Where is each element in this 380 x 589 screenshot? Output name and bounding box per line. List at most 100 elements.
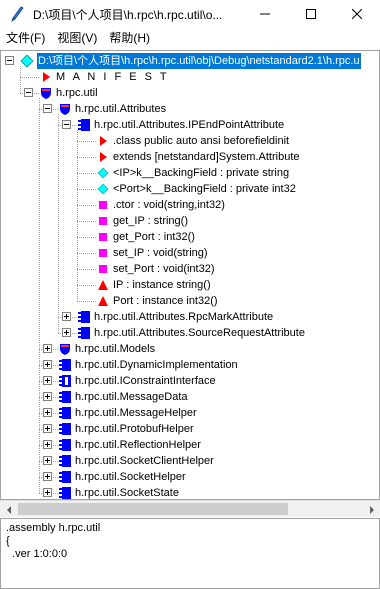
tree-node[interactable]: <Port>k__BackingField : private int32 (1, 181, 379, 197)
expand-node-button[interactable] (43, 392, 52, 401)
tree-node[interactable]: <IP>k__BackingField : private string (1, 165, 379, 181)
info-triangle-icon (96, 134, 110, 148)
collapse-node-button[interactable] (43, 104, 52, 113)
code-line: .assembly h.rpc.util (6, 522, 101, 534)
menu-view[interactable]: 视图(V) (51, 28, 103, 48)
tree-node-label: Port : instance int32() (113, 295, 218, 307)
expand-node-button[interactable] (43, 424, 52, 433)
menu-bar: 文件(F) 视图(V) 帮助(H) (0, 28, 380, 48)
title-bar: D:\项目\个人项目\h.rpc\h.rpc.util\o... (0, 0, 380, 28)
tree-node[interactable]: Port : instance int32() (1, 293, 379, 309)
tree-node[interactable]: h.rpc.util.IConstraintInterface (1, 373, 379, 389)
expand-node-button[interactable] (43, 376, 52, 385)
tree-node[interactable]: h.rpc.util.SocketClientHelper (1, 453, 379, 469)
expand-node-button[interactable] (43, 360, 52, 369)
menu-file[interactable]: 文件(F) (0, 28, 51, 48)
collapse-node-button[interactable] (62, 120, 71, 129)
tree-node-label: h.rpc.util.ProtobufHelper (75, 423, 194, 435)
tree-node-label: get_Port : int32() (113, 231, 195, 243)
tree-node-label: h.rpc.util.ReflectionHelper (75, 439, 201, 451)
tree-node[interactable]: h.rpc.util.Attributes.SourceRequestAttri… (1, 325, 379, 341)
menu-help[interactable]: 帮助(H) (103, 28, 156, 48)
tree-node[interactable]: h.rpc.util.ProtobufHelper (1, 421, 379, 437)
tree-node[interactable]: get_IP : string() (1, 213, 379, 229)
scrollbar-thumb[interactable] (18, 503, 288, 515)
ildasm-quill-icon (11, 6, 24, 22)
scroll-left-button[interactable] (0, 501, 17, 518)
namespace-shield-icon (39, 86, 53, 100)
window-title: D:\项目\个人项目\h.rpc\h.rpc.util\o... (33, 7, 223, 22)
expand-node-button[interactable] (43, 456, 52, 465)
class-icon (77, 118, 91, 132)
tree-node-label: h.rpc.util.SocketState (75, 487, 179, 499)
close-button[interactable] (334, 0, 380, 28)
tree-node[interactable]: h.rpc.util.MessageHelper (1, 405, 379, 421)
property-triangle-icon (96, 294, 110, 308)
tree-node-label: set_Port : void(int32) (113, 263, 215, 275)
horizontal-scrollbar[interactable] (0, 500, 380, 517)
expand-node-button[interactable] (43, 408, 52, 417)
tree-node-label: <Port>k__BackingField : private int32 (113, 183, 296, 195)
tree-node[interactable]: set_Port : void(int32) (1, 261, 379, 277)
tree-node-label: h.rpc.util.SocketHelper (75, 471, 186, 483)
method-square-icon (96, 246, 110, 260)
tree-node[interactable]: h.rpc.util.MessageData (1, 389, 379, 405)
tree-node[interactable]: h.rpc.util.SocketState (1, 485, 379, 499)
expand-node-button[interactable] (43, 488, 52, 497)
field-diamond-icon (96, 182, 110, 196)
tree-node[interactable]: h.rpc.util.Attributes.IPEndPointAttribut… (1, 117, 379, 133)
tree-node[interactable]: set_IP : void(string) (1, 245, 379, 261)
tree-node-label: M A N I F E S T (56, 71, 170, 83)
collapse-node-button[interactable] (24, 88, 33, 97)
class-icon (58, 438, 72, 452)
tree-node[interactable]: IP : instance string() (1, 277, 379, 293)
tree-node[interactable]: extends [netstandard]System.Attribute (1, 149, 379, 165)
manifest-triangle-icon (39, 70, 53, 84)
collapse-node-button[interactable] (5, 56, 14, 65)
tree-node-label: h.rpc.util.Models (75, 343, 156, 355)
expand-node-button[interactable] (62, 312, 71, 321)
expand-node-button[interactable] (43, 440, 52, 449)
class-icon (58, 454, 72, 468)
class-icon (58, 470, 72, 484)
tree-node-label: h.rpc.util.DynamicImplementation (75, 359, 238, 371)
method-square-icon (96, 214, 110, 228)
property-triangle-icon (96, 278, 110, 292)
maximize-button[interactable] (288, 0, 334, 28)
tree-node[interactable]: h.rpc.util.Attributes.RpcMarkAttribute (1, 309, 379, 325)
minimize-button[interactable] (242, 0, 288, 28)
tree-node-label: h.rpc.util.Attributes (75, 103, 167, 115)
tree-node-label: h.rpc.util.MessageData (75, 391, 188, 403)
class-icon (58, 486, 72, 499)
tree-node[interactable]: M A N I F E S T (1, 69, 379, 85)
class-icon (58, 390, 72, 404)
scroll-right-button[interactable] (363, 501, 380, 518)
code-line: .ver 1:0:0:0 (6, 548, 68, 560)
namespace-shield-icon (58, 102, 72, 116)
class-icon (58, 358, 72, 372)
expand-node-button[interactable] (43, 472, 52, 481)
tree-node[interactable]: h.rpc.util.Models (1, 341, 379, 357)
class-icon (77, 310, 91, 324)
tree-node[interactable]: .class public auto ansi beforefieldinit (1, 133, 379, 149)
assembly-tree-view[interactable]: D:\项目\个人项目\h.rpc\h.rpc.util\obj\Debug\ne… (0, 50, 380, 500)
code-line: { (6, 535, 10, 547)
tree-node-label: h.rpc.util.SocketClientHelper (75, 455, 214, 467)
il-code-pane[interactable]: .assembly h.rpc.util { .ver 1:0:0:0 (0, 518, 380, 589)
tree-node[interactable]: h.rpc.util.ReflectionHelper (1, 437, 379, 453)
tree-node-label: D:\项目\个人项目\h.rpc\h.rpc.util\obj\Debug\ne… (36, 52, 362, 70)
tree-node-label: h.rpc.util.Attributes.IPEndPointAttribut… (94, 119, 285, 131)
tree-node-label: set_IP : void(string) (113, 247, 208, 259)
tree-node-label: IP : instance string() (113, 279, 211, 291)
arrow-left-icon (6, 505, 11, 514)
tree-node[interactable]: h.rpc.util.Attributes (1, 101, 379, 117)
tree-node[interactable]: get_Port : int32() (1, 229, 379, 245)
expand-node-button[interactable] (62, 328, 71, 337)
tree-node[interactable]: .ctor : void(string,int32) (1, 197, 379, 213)
tree-node[interactable]: h.rpc.util.DynamicImplementation (1, 357, 379, 373)
expand-node-button[interactable] (43, 344, 52, 353)
tree-node[interactable]: h.rpc.util.SocketHelper (1, 469, 379, 485)
tree-node[interactable]: h.rpc.util (1, 85, 379, 101)
namespace-shield-icon (58, 342, 72, 356)
tree-node[interactable]: D:\项目\个人项目\h.rpc\h.rpc.util\obj\Debug\ne… (1, 52, 379, 70)
